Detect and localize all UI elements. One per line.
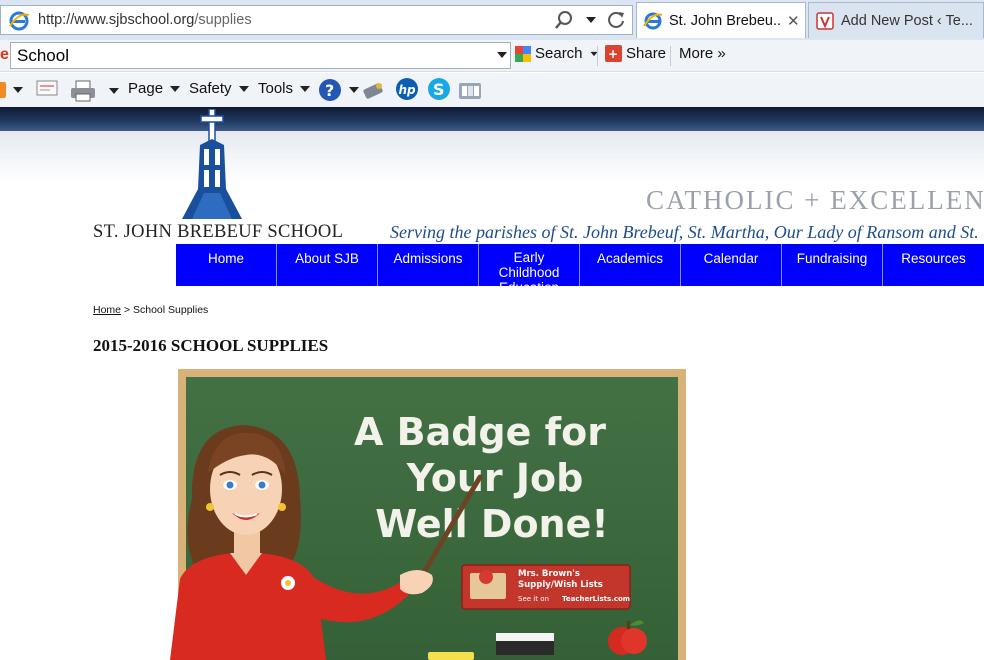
research-icon: [363, 83, 383, 99]
google-search-button[interactable]: Search: [515, 45, 599, 62]
google-icon: [515, 45, 531, 62]
wordpress-page-icon: [816, 12, 834, 30]
site-navigation: Home About SJB Admissions Early Childhoo…: [176, 244, 984, 295]
svg-text:hp: hp: [399, 83, 417, 97]
badge-brand: TeacherLists.com: [562, 595, 630, 603]
chevron-down-icon: [238, 85, 249, 92]
toolbar-divider: [597, 46, 598, 66]
search-dropdown-caret-icon[interactable]: [586, 17, 596, 23]
breadcrumb-separator: >: [121, 304, 133, 316]
hp-icon: hp: [396, 78, 418, 100]
nav-item-home[interactable]: Home: [176, 244, 277, 286]
badge-line-2: Supply/Wish Lists: [518, 580, 603, 590]
tab-label: St. John Brebeu...: [669, 13, 781, 29]
chalkboard-line-3: Well Done!: [375, 502, 608, 546]
chevron-down-icon[interactable]: [109, 88, 119, 94]
school-logo-icon: [182, 109, 242, 219]
badge-line-1: Mrs. Brown's: [518, 569, 580, 579]
tab-label: Add New Post ‹ Te...: [841, 13, 973, 29]
nav-item-early-childhood-education[interactable]: Early Childhood Education: [479, 244, 580, 295]
nav-item-about-sjb[interactable]: About SJB: [277, 244, 378, 286]
close-tab-icon[interactable]: ✕: [787, 12, 800, 30]
nav-item-admissions[interactable]: Admissions: [378, 244, 479, 286]
chevron-down-icon: [590, 51, 598, 56]
page-menu-label: Page: [128, 80, 164, 97]
svg-text:?: ?: [325, 81, 334, 100]
home-icon: [0, 82, 6, 98]
tab-add-new-post[interactable]: Add New Post ‹ Te...: [808, 2, 984, 38]
research-button[interactable]: [363, 80, 385, 100]
tools-menu-label: Tools: [258, 80, 294, 97]
page-menu[interactable]: Page: [128, 80, 181, 97]
address-bar[interactable]: http://www.sjbschool.org/supplies: [0, 5, 633, 35]
read-mail-button[interactable]: [36, 80, 58, 96]
toolbar-edge-icon: e: [0, 46, 9, 63]
mail-icon: [36, 80, 58, 96]
tools-menu[interactable]: Tools: [258, 80, 311, 97]
toolbar-search-box[interactable]: School: [10, 42, 511, 69]
breadcrumb-home-link[interactable]: Home: [93, 304, 121, 316]
media-icon: [459, 83, 481, 99]
print-button[interactable]: [70, 80, 119, 102]
chevron-down-icon[interactable]: [13, 87, 23, 93]
share-icon: +: [605, 45, 622, 62]
breadcrumb-current: School Supplies: [132, 304, 209, 316]
safety-menu[interactable]: Safety: [189, 80, 249, 97]
svg-text:S: S: [433, 80, 445, 99]
search-box-dropdown-icon[interactable]: [497, 52, 507, 58]
command-toolbar: e School Search + Share More »: [0, 40, 984, 72]
nav-item-academics[interactable]: Academics: [580, 244, 681, 286]
address-bar-row: http://www.sjbschool.org/supplies St. Jo…: [0, 0, 984, 40]
school-motto: CATHOLIC + EXCELLENT +: [646, 185, 984, 215]
printer-icon: [71, 80, 95, 102]
search-box-value: School: [17, 46, 69, 65]
chalkboard-eraser: [496, 639, 554, 655]
url-host: http://www.sjbschool.org: [38, 12, 195, 28]
safety-menu-label: Safety: [189, 80, 232, 97]
more-label: More »: [679, 45, 726, 62]
ie-page-icon: [643, 12, 663, 30]
teacherlists-chalkboard-image[interactable]: A Badge for Your Job Well Done! Mrs. Bro…: [150, 369, 695, 660]
parishes-tagline: Serving the parishes of St. John Brebeuf…: [390, 222, 979, 242]
site-banner-strip: [0, 107, 984, 131]
breadcrumb: Home > School Supplies: [93, 304, 208, 316]
nav-item-calendar[interactable]: Calendar: [681, 244, 782, 286]
search-icon[interactable]: [554, 10, 574, 30]
url-text[interactable]: http://www.sjbschool.org/supplies: [38, 12, 252, 28]
search-label: Search: [535, 45, 583, 62]
chevron-down-icon: [170, 85, 181, 92]
share-label: Share: [626, 45, 667, 62]
refresh-icon[interactable]: [606, 10, 626, 30]
help-icon: ?: [319, 79, 341, 101]
page-title: 2015-2016 SCHOOL SUPPLIES: [93, 336, 329, 355]
tab-st-john-brebeuf[interactable]: St. John Brebeu... ✕: [636, 2, 806, 38]
hp-button[interactable]: hp: [395, 77, 419, 101]
supply-list-badge[interactable]: Mrs. Brown's Supply/Wish Lists See it on…: [461, 564, 631, 610]
toolbar-divider: [670, 46, 671, 66]
nav-item-fundraising[interactable]: Fundraising: [782, 244, 883, 286]
chalk-piece: [428, 652, 474, 660]
media-button[interactable]: [458, 80, 482, 102]
skype-button[interactable]: S: [427, 77, 451, 101]
chevron-down-icon: [300, 85, 311, 92]
chalkboard-line-1: A Badge for: [354, 410, 606, 454]
url-path: /supplies: [194, 12, 252, 28]
ie-command-bar: Page Safety Tools ? hp S: [0, 73, 984, 107]
svg-text:+: +: [608, 47, 618, 61]
help-button[interactable]: ?: [318, 78, 359, 102]
share-button[interactable]: + Share: [605, 45, 666, 62]
skype-icon: S: [428, 78, 450, 100]
school-name: ST. JOHN BREBEUF SCHOOL: [93, 222, 344, 242]
nav-item-resources[interactable]: Resources: [883, 244, 984, 286]
chevron-down-icon: [349, 87, 359, 93]
badge-line-3: See it on: [518, 595, 549, 603]
chalkboard-line-2: Your Job: [406, 456, 584, 500]
more-button[interactable]: More »: [679, 45, 726, 62]
home-button[interactable]: [0, 80, 23, 100]
ie-logo-icon: [9, 11, 30, 31]
